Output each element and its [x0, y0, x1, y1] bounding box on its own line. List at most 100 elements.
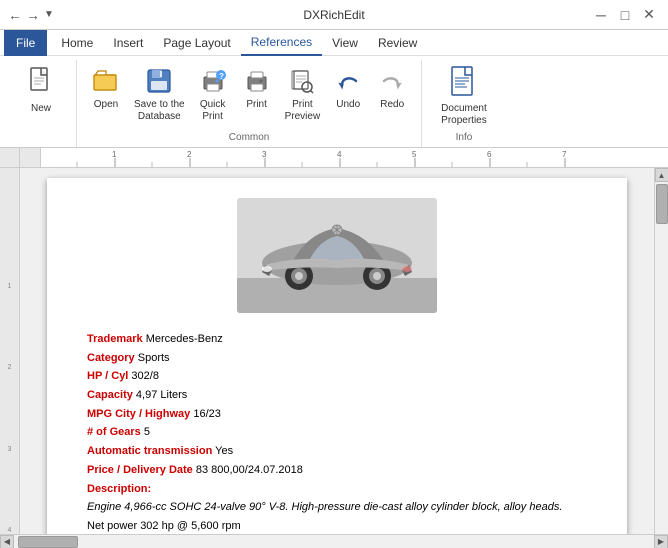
ruler-inner: 1 2 3 4 5 6 7 — [40, 148, 668, 167]
scroll-thumb-horizontal[interactable] — [18, 536, 78, 548]
menu-icon[interactable]: ▼ — [44, 9, 54, 20]
price-label: Price / Delivery Date — [87, 464, 193, 476]
svg-text:4: 4 — [337, 150, 342, 159]
desc-line-1: Engine 4,966-cc SOHC 24-valve 90° V-8. H… — [87, 501, 562, 513]
scroll-track-horizontal — [14, 535, 654, 548]
undo-icon — [332, 65, 364, 97]
scroll-right-button[interactable]: ▶ — [654, 535, 668, 548]
margin-mark-1: 1 — [0, 281, 19, 290]
document-page: Trademark Mercedes-Benz Category Sports … — [47, 178, 627, 534]
menubar: File Home Insert Page Layout References … — [0, 30, 668, 56]
category-value: Sports — [135, 352, 170, 364]
print-button[interactable]: Print — [236, 62, 278, 114]
margin-mark-2: 2 — [0, 362, 19, 371]
content-area: 1 2 3 4 5 6 7 — [0, 148, 668, 548]
open-label: Open — [94, 99, 118, 111]
svg-text:6: 6 — [487, 150, 492, 159]
category-label: Category — [87, 352, 135, 364]
price-value: 83 800,00/24.07.2018 — [193, 464, 303, 476]
scrollbar-horizontal: ◀ ▶ — [0, 534, 668, 548]
quick-print-icon: ? — [197, 65, 229, 97]
minimize-button[interactable]: ─ — [590, 4, 612, 26]
desc-line-2: Net power 302 hp @ 5,600 rpm — [87, 520, 241, 532]
margin-mark-4: 4 — [0, 525, 19, 534]
scrollbar-vertical: ▲ — [654, 168, 668, 534]
redo-button[interactable]: Redo — [371, 62, 413, 114]
capacity-label: Capacity — [87, 389, 133, 401]
svg-text:5: 5 — [412, 150, 417, 159]
print-preview-label: Print Preview — [285, 99, 321, 123]
ribbon-group-info: Document Properties Info — [422, 60, 502, 147]
svg-text:2: 2 — [187, 150, 192, 159]
quick-print-button[interactable]: ? Quick Print — [192, 62, 234, 126]
common-group-label: Common — [229, 130, 270, 145]
quick-print-label: Quick Print — [200, 99, 226, 123]
doc-properties-icon — [446, 65, 482, 101]
svg-text:1: 1 — [112, 150, 117, 159]
titlebar-controls: ─ □ ✕ — [590, 4, 660, 26]
trademark-value: Mercedes-Benz — [143, 333, 223, 345]
forward-icon[interactable]: → — [26, 7, 40, 23]
ribbon-buttons-common: Open Save to the Database — [85, 60, 413, 130]
margin-mark-3: 3 — [0, 444, 19, 453]
menu-home[interactable]: Home — [51, 30, 103, 56]
app-title: DXRichEdit — [303, 8, 364, 22]
auto-trans-label: Automatic transmission — [87, 445, 212, 457]
new-button[interactable]: New — [16, 62, 66, 118]
redo-label: Redo — [380, 99, 404, 111]
description-label: Description: — [87, 483, 151, 495]
ribbon-buttons-info: Document Properties — [434, 60, 494, 130]
hp-cyl-label: HP / Cyl — [87, 370, 128, 382]
save-database-button[interactable]: Save to the Database — [129, 62, 190, 126]
trademark-label: Trademark — [87, 333, 143, 345]
menu-page-layout[interactable]: Page Layout — [153, 30, 240, 56]
doc-properties-button[interactable]: Document Properties — [434, 62, 494, 130]
ribbon: New Open — [0, 56, 668, 148]
titlebar-left: ← → ▼ — [8, 7, 54, 23]
ruler-corner — [0, 148, 20, 168]
ruler: 1 2 3 4 5 6 7 — [0, 148, 668, 168]
new-label: New — [31, 103, 51, 115]
svg-text:?: ? — [219, 72, 224, 81]
back-icon[interactable]: ← — [8, 7, 22, 23]
left-margin-ruler: 1 2 3 4 — [0, 168, 20, 534]
doc-and-scroll: 1 2 3 4 — [0, 168, 668, 534]
titlebar: ← → ▼ DXRichEdit ─ □ ✕ — [0, 0, 668, 30]
gears-label: # of Gears — [87, 426, 141, 438]
ribbon-buttons-new: New — [16, 60, 66, 145]
print-icon — [241, 65, 273, 97]
capacity-value: 4,97 Liters — [133, 389, 187, 401]
gears-value: 5 — [141, 426, 150, 438]
ribbon-group-new: New — [8, 60, 77, 147]
document-scroll[interactable]: Trademark Mercedes-Benz Category Sports … — [20, 168, 654, 534]
menu-insert[interactable]: Insert — [103, 30, 153, 56]
doc-content: Trademark Mercedes-Benz Category Sports … — [87, 330, 587, 534]
save-database-label: Save to the Database — [134, 99, 185, 123]
svg-text:7: 7 — [562, 150, 567, 159]
car-image — [237, 198, 437, 313]
print-preview-button[interactable]: Print Preview — [280, 62, 326, 126]
print-preview-icon — [286, 65, 318, 97]
auto-trans-value: Yes — [212, 445, 233, 457]
save-icon — [143, 65, 175, 97]
svg-text:3: 3 — [262, 150, 267, 159]
menu-view[interactable]: View — [322, 30, 368, 56]
print-label: Print — [246, 99, 267, 111]
undo-button[interactable]: Undo — [327, 62, 369, 114]
menu-review[interactable]: Review — [368, 30, 427, 56]
undo-label: Undo — [336, 99, 360, 111]
menu-file[interactable]: File — [4, 30, 47, 56]
scroll-up-button[interactable]: ▲ — [655, 168, 668, 182]
info-group-label: Info — [456, 130, 473, 145]
scroll-left-button[interactable]: ◀ — [0, 535, 14, 548]
ribbon-group-common: Open Save to the Database — [77, 60, 422, 147]
close-button[interactable]: ✕ — [638, 4, 660, 26]
doc-properties-label: Document Properties — [441, 103, 487, 127]
open-button[interactable]: Open — [85, 62, 127, 114]
new-icon — [23, 65, 59, 101]
hp-cyl-value: 302/8 — [128, 370, 159, 382]
menu-references[interactable]: References — [241, 30, 322, 56]
maximize-button[interactable]: □ — [614, 4, 636, 26]
redo-icon — [376, 65, 408, 97]
scroll-thumb-vertical[interactable] — [656, 184, 668, 224]
